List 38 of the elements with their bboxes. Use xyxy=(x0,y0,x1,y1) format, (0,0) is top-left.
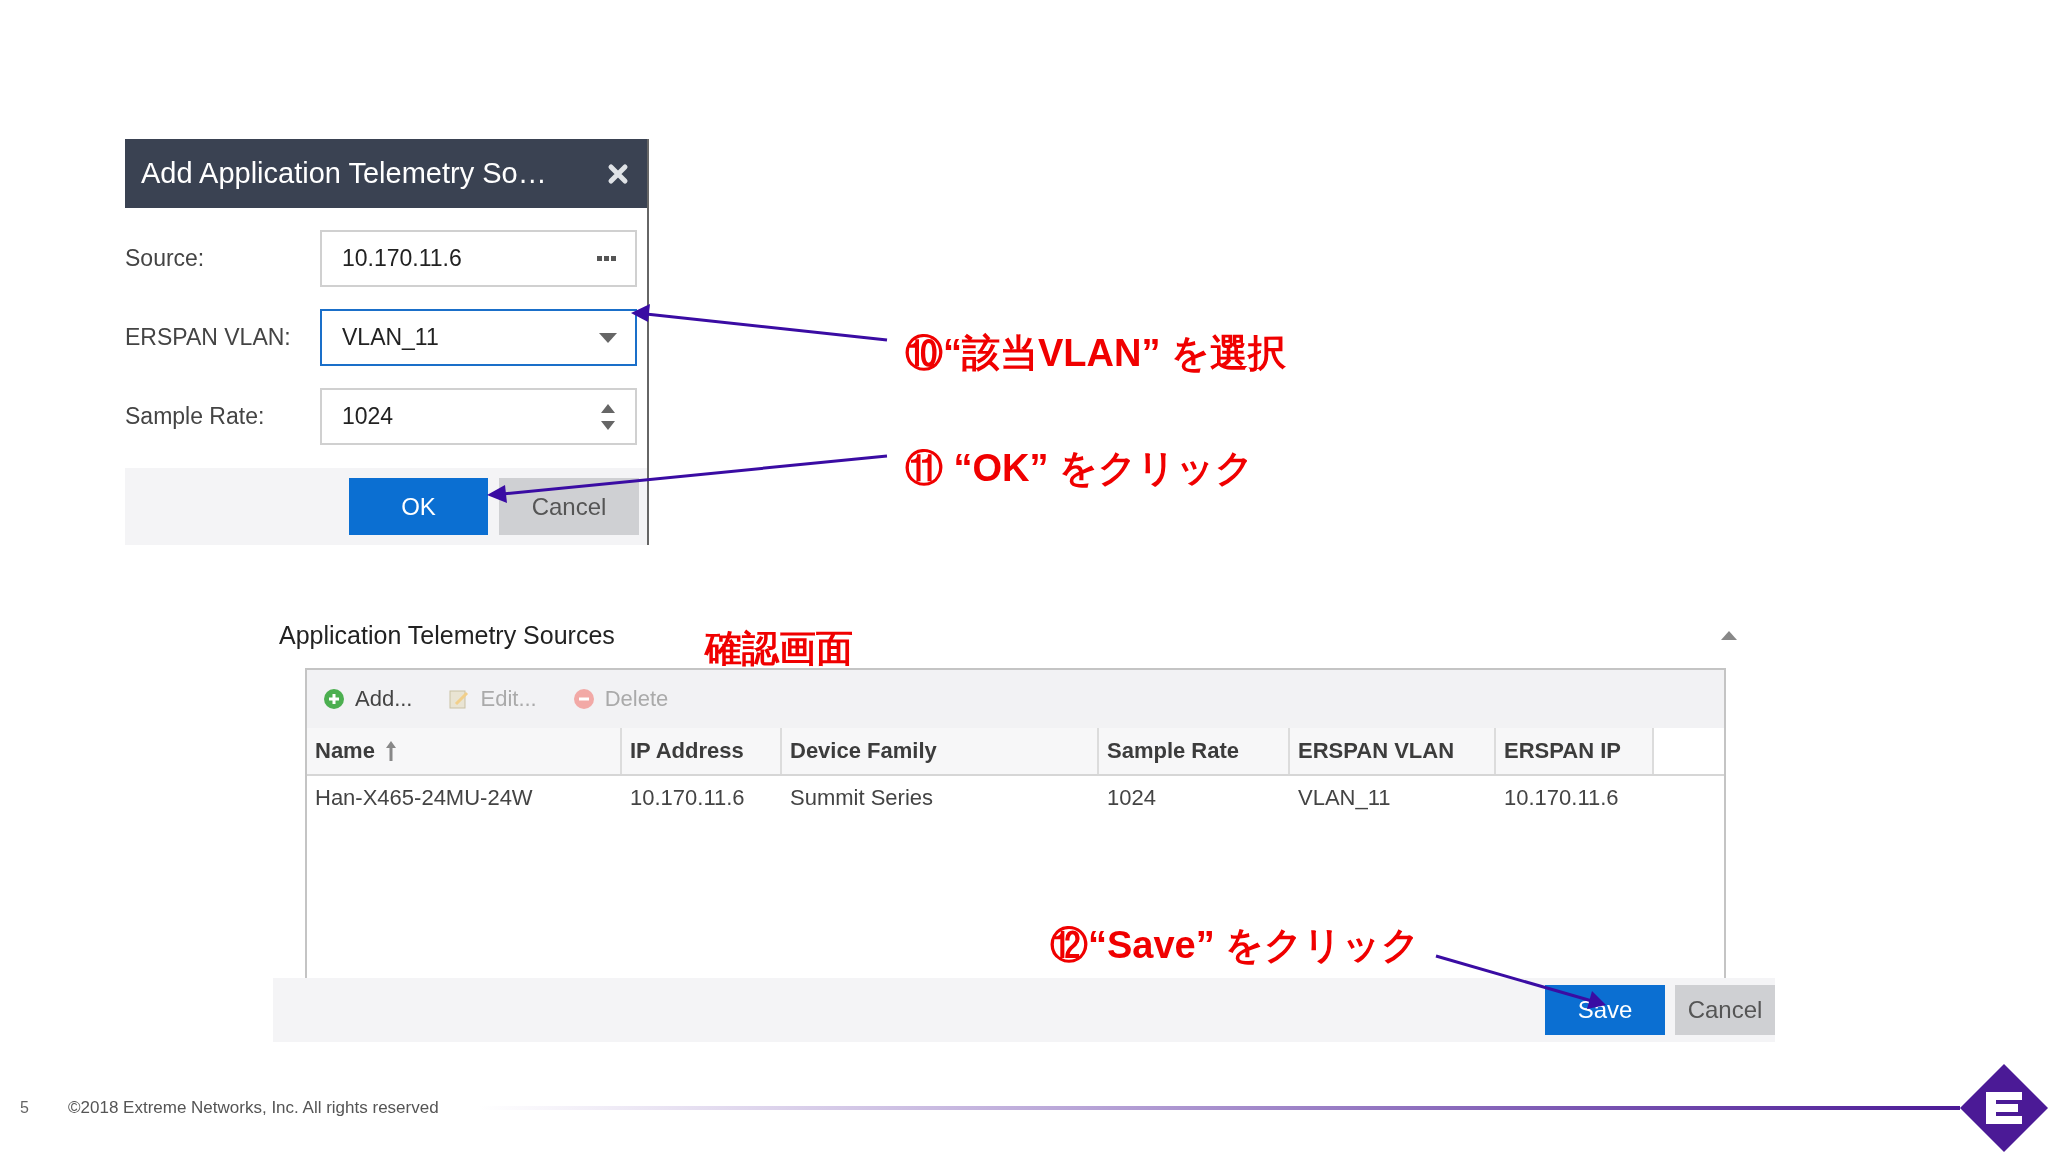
table-cell-text: 10.170.11.6 xyxy=(1503,785,1620,811)
sort-arrow-icon xyxy=(384,740,397,762)
more-icon[interactable] xyxy=(597,255,617,262)
table-cell-text: 10.170.11.6 xyxy=(629,785,746,811)
column-header[interactable]: ERSPAN VLAN xyxy=(1290,728,1496,774)
input-field[interactable]: 10.170.11.6 xyxy=(320,230,637,287)
minus-icon xyxy=(572,688,595,710)
close-icon[interactable] xyxy=(607,162,629,185)
column-header[interactable]: Sample Rate xyxy=(1099,728,1290,774)
annotation-text: ⑫“Save” をクリック xyxy=(1050,923,1421,968)
annotation-text: ⑪ “OK” をクリック xyxy=(905,446,1255,491)
field-label: Sample Rate: xyxy=(125,403,266,430)
column-header[interactable]: Device Family xyxy=(782,728,1099,774)
table-cell-text: Han-X465-24MU-24W xyxy=(314,785,534,811)
copyright-text: ©2018 Extreme Networks, Inc. All rights reserved xyxy=(68,1098,439,1118)
dialog-title: Add Application Telemetry So… xyxy=(141,157,547,190)
field-label: Source: xyxy=(125,245,206,272)
spinner-field[interactable]: 1024 xyxy=(320,388,637,445)
column-header[interactable]: Name xyxy=(307,728,622,774)
collapse-icon[interactable] xyxy=(1721,631,1737,640)
cancel-button[interactable]: Cancel xyxy=(499,478,639,535)
table-cell-text: Summit Series xyxy=(789,785,935,811)
ok-button[interactable]: OK xyxy=(349,478,488,535)
field-label: ERSPAN VLAN: xyxy=(125,324,292,351)
cancel-button[interactable]: Cancel xyxy=(1675,985,1775,1035)
dropdown-field[interactable]: VLAN_11 xyxy=(320,309,637,366)
annotation-text: ⑩“該当VLAN” を選択 xyxy=(905,331,1286,376)
annotation-label: 確認画面 xyxy=(704,627,853,671)
notepad-icon xyxy=(448,688,471,710)
plus-icon xyxy=(323,688,345,710)
add-button[interactable]: Add... xyxy=(323,686,413,712)
page-number: 5 xyxy=(20,1099,30,1117)
table-cell-text: VLAN_11 xyxy=(1297,785,1392,811)
column-header[interactable]: IP Address xyxy=(622,728,782,774)
panel-title: Application Telemetry Sources xyxy=(279,621,615,650)
caret-icon[interactable] xyxy=(599,332,617,343)
table-cell-text: 1024 xyxy=(1106,785,1157,811)
save-button[interactable]: Save xyxy=(1545,985,1665,1035)
